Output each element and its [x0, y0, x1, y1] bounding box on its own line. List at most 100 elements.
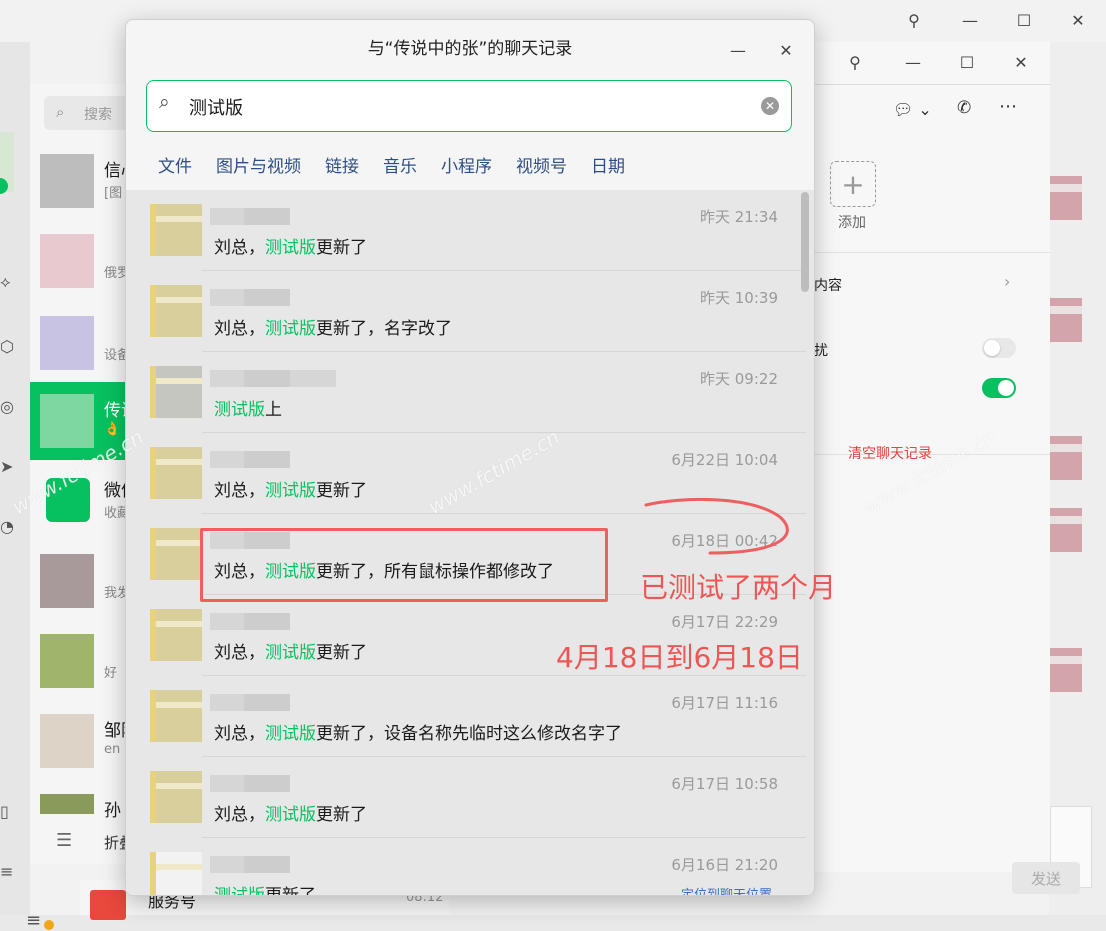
keyword-highlight: 测试版: [265, 643, 316, 663]
avatar: [150, 528, 202, 580]
chat-item[interactable]: 设备: [30, 304, 130, 382]
chat-preview: [图: [104, 186, 123, 201]
locate-in-chat-link[interactable]: 定位到聊天位置: [681, 884, 772, 895]
chat-name: 孙: [104, 801, 121, 821]
blurred-message: [1046, 648, 1082, 692]
message-time: 昨天 21:34: [700, 208, 778, 226]
phone-nav-icon[interactable]: ▯: [0, 802, 9, 821]
avatar: [150, 204, 202, 256]
add-member-button[interactable]: +: [830, 161, 876, 207]
search-placeholder: 搜索: [84, 107, 112, 123]
clear-search-icon[interactable]: ✕: [761, 97, 779, 115]
message-prefix: 刘总，: [214, 481, 265, 501]
tab-links[interactable]: 链接: [325, 152, 359, 177]
keyword-highlight: 测试版: [265, 238, 316, 258]
search-icon: ⌕: [159, 91, 170, 113]
result-row[interactable]: 昨天 09:22 测试版上: [126, 352, 806, 433]
contacts-nav-icon[interactable]: ⟡: [0, 272, 11, 292]
annotation-text: 4月18日到6月18日: [556, 641, 803, 674]
close-icon[interactable]: ✕: [1058, 0, 1098, 40]
chat-item[interactable]: 孙: [30, 782, 130, 821]
tab-date[interactable]: 日期: [591, 152, 625, 177]
minimize-icon[interactable]: —: [718, 30, 758, 70]
nav-strip: ⟡ ⬡ ◎ ➤ ◔ ▯ ≡ ≡: [0, 42, 54, 931]
call-icon[interactable]: ✆: [957, 98, 971, 118]
result-row[interactable]: 昨天 10:39 刘总，测试版更新了，名字改了: [126, 271, 806, 352]
annotation-highlight-box: [200, 528, 608, 602]
pin-icon[interactable]: ⚲: [894, 0, 934, 40]
message-time: 昨天 10:39: [700, 289, 778, 307]
service-avatar: [90, 890, 126, 920]
channels-nav-icon[interactable]: ➤: [0, 457, 13, 476]
result-row[interactable]: 昨天 21:34 刘总，测试版更新了: [126, 190, 806, 271]
blurred-message: [1046, 298, 1082, 342]
message-suffix: 更新了: [316, 481, 367, 501]
avatar: [40, 634, 94, 688]
minimize-icon[interactable]: —: [950, 0, 990, 40]
message-text: 刘总，测试版更新了: [214, 638, 367, 663]
filter-tabs: 文件 图片与视频 链接 音乐 小程序 视频号 日期: [158, 152, 625, 177]
tab-music[interactable]: 音乐: [383, 152, 417, 177]
keyword-highlight: 测试版: [214, 886, 265, 895]
chevron-right-icon: ›: [1004, 272, 1011, 291]
result-row[interactable]: 6月17日 11:16 刘总，测试版更新了，设备名称先临时这么修改名字了: [126, 676, 806, 757]
avatar: [150, 447, 202, 499]
result-row[interactable]: 6月17日 10:58 刘总，测试版更新了: [126, 757, 806, 838]
history-search-input[interactable]: ⌕ 测试版 ✕: [146, 80, 792, 132]
favorites-nav-icon[interactable]: ⬡: [0, 337, 14, 356]
tab-mini-programs[interactable]: 小程序: [441, 152, 492, 177]
chat-item[interactable]: 信心 [图: [30, 142, 138, 220]
keyword-highlight: 测试版: [265, 319, 316, 339]
chat-item[interactable]: 好: [30, 622, 130, 700]
add-member-label: 添加: [838, 215, 866, 231]
sender-name-blurred: [210, 208, 290, 225]
close-icon[interactable]: ✕: [1001, 42, 1041, 82]
avatar: [40, 154, 94, 208]
sender-name-blurred: [210, 775, 290, 792]
message-suffix: 更新了: [316, 238, 367, 258]
message-suffix: 更新了，设备名称先临时这么修改名字了: [316, 724, 622, 744]
settings-menu-icon[interactable]: ≡: [26, 910, 41, 931]
menu-nav-icon[interactable]: ≡: [0, 862, 13, 881]
avatar: [40, 714, 94, 768]
chat-bubble-icon[interactable]: 💬︎ ⌄: [893, 100, 932, 119]
tab-media[interactable]: 图片与视频: [216, 152, 301, 177]
sender-name-blurred: [210, 613, 290, 630]
more-icon[interactable]: ⋯: [999, 96, 1017, 117]
pin-chat-toggle[interactable]: [982, 378, 1016, 398]
chat-item[interactable]: 邹阳 en: [30, 702, 138, 780]
close-icon[interactable]: ✕: [766, 30, 806, 70]
maximize-icon[interactable]: ☐: [1004, 0, 1044, 40]
avatar: [40, 234, 94, 288]
annotation-text: 已测试了两个月: [640, 571, 837, 604]
pin-icon[interactable]: ⚲: [835, 42, 875, 82]
chat-history-dialog: 与“传说中的张”的聊天记录 — ✕ ⌕ 测试版 ✕ 文件 图片与视频 链接 音乐…: [125, 19, 815, 896]
results-scrollbar[interactable]: [801, 192, 809, 292]
send-button[interactable]: 发送: [1012, 862, 1080, 894]
blurred-message: [1046, 436, 1082, 480]
result-row[interactable]: 6月16日 21:20 测试版更新了 定位到聊天位置: [126, 838, 806, 895]
minimize-icon[interactable]: —: [893, 42, 933, 82]
avatar: [150, 852, 202, 895]
search-nav-icon[interactable]: ◔: [0, 517, 14, 536]
chat-item[interactable]: 俄罗: [30, 222, 130, 300]
avatar: [40, 316, 94, 370]
clear-history-button[interactable]: 清空聊天记录: [848, 443, 932, 463]
search-content-label[interactable]: 内容: [814, 275, 842, 295]
moments-nav-icon[interactable]: ◎: [0, 397, 14, 416]
chat-preview: 好: [104, 666, 118, 681]
message-text: 测试版上: [214, 395, 282, 420]
tab-channels[interactable]: 视频号: [516, 152, 567, 177]
message-time: 6月22日 10:04: [671, 451, 778, 469]
message-text: 刘总，测试版更新了: [214, 476, 367, 501]
message-prefix: 刘总，: [214, 238, 265, 258]
dialog-title: 与“传说中的张”的聊天记录: [367, 39, 573, 59]
keyword-highlight: 测试版: [265, 481, 316, 501]
tab-files[interactable]: 文件: [158, 152, 192, 177]
sidebar-search[interactable]: ⌕ 搜索: [44, 96, 134, 130]
message-text: 刘总，测试版更新了，设备名称先临时这么修改名字了: [214, 719, 622, 744]
maximize-icon[interactable]: ☐: [947, 42, 987, 82]
dnd-toggle[interactable]: [982, 338, 1016, 358]
message-time: 6月17日 10:58: [671, 775, 778, 793]
chat-item[interactable]: 我发: [30, 542, 130, 620]
